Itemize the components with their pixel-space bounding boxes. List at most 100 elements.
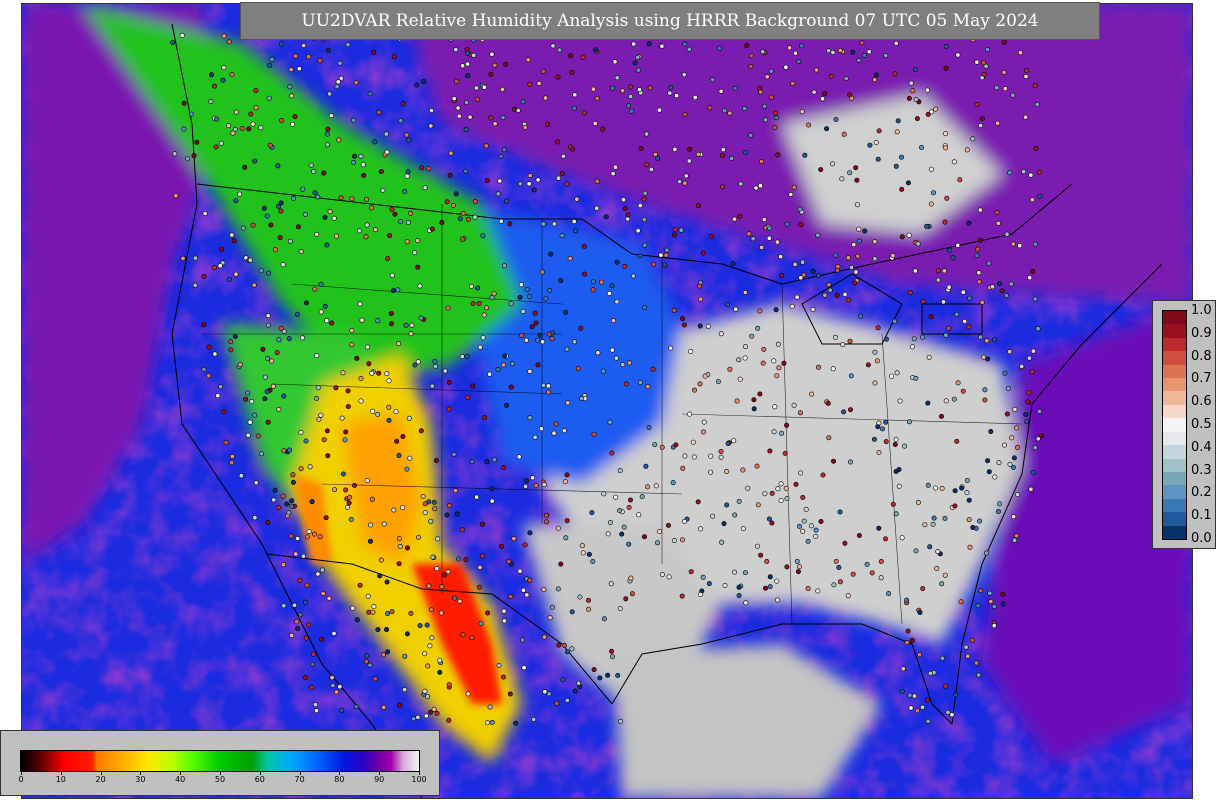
- station-observation: [875, 325, 881, 331]
- station-observation: [893, 436, 899, 442]
- station-observation: [966, 324, 972, 330]
- station-observation: [836, 564, 842, 570]
- station-observation: [170, 39, 176, 45]
- station-observation: [432, 363, 438, 369]
- station-observation: [822, 91, 828, 97]
- station-observation: [797, 206, 803, 212]
- station-observation: [398, 219, 404, 225]
- station-observation: [391, 507, 397, 513]
- station-observation: [816, 272, 822, 278]
- station-observation: [465, 394, 471, 400]
- station-observation: [378, 169, 384, 175]
- station-observation: [578, 325, 584, 331]
- station-observation: [1028, 172, 1034, 178]
- station-observation: [681, 72, 687, 78]
- station-observation: [595, 350, 601, 356]
- station-observation: [800, 259, 806, 265]
- station-observation: [759, 244, 765, 250]
- station-observation: [509, 361, 515, 367]
- station-observation: [541, 482, 547, 488]
- station-observation: [964, 477, 970, 483]
- station-observation: [338, 195, 344, 201]
- station-observation: [734, 398, 740, 404]
- station-observation: [226, 123, 232, 129]
- station-observation: [876, 525, 882, 531]
- station-observation: [906, 419, 912, 425]
- station-observation: [609, 283, 615, 289]
- station-observation: [571, 219, 577, 225]
- station-observation: [424, 622, 430, 628]
- station-observation: [935, 549, 941, 555]
- rh-tick-label: 10: [55, 775, 66, 784]
- station-observation: [912, 66, 918, 72]
- station-observation: [353, 704, 359, 710]
- station-observation: [250, 121, 256, 127]
- station-observation: [344, 504, 350, 510]
- station-observation: [653, 483, 659, 489]
- station-observation: [904, 640, 910, 646]
- station-observation: [768, 68, 774, 74]
- station-observation: [560, 153, 566, 159]
- station-observation: [730, 260, 736, 266]
- station-observation: [397, 702, 403, 708]
- station-observation: [995, 120, 1001, 126]
- station-observation: [524, 478, 530, 484]
- station-observation: [931, 515, 937, 521]
- station-observation: [421, 79, 427, 85]
- station-observation: [218, 384, 224, 390]
- station-observation: [508, 384, 514, 390]
- station-observation: [310, 651, 316, 657]
- station-observation: [841, 131, 847, 137]
- station-observation: [839, 176, 845, 182]
- station-observation: [774, 597, 780, 603]
- station-observation: [214, 116, 220, 122]
- station-observation: [536, 80, 542, 86]
- station-observation: [501, 147, 507, 153]
- rh-tick-label: 30: [135, 775, 146, 784]
- station-observation: [842, 540, 848, 546]
- station-observation: [996, 460, 1002, 466]
- station-observation: [290, 472, 296, 478]
- station-observation: [491, 291, 497, 297]
- station-observation: [339, 707, 345, 713]
- station-observation: [946, 325, 952, 331]
- station-observation: [826, 48, 832, 54]
- station-observation: [995, 508, 1001, 514]
- station-observation: [540, 68, 546, 74]
- station-observation: [978, 123, 984, 129]
- station-observation: [469, 635, 475, 641]
- station-observation: [608, 581, 614, 587]
- station-observation: [1029, 369, 1035, 375]
- station-observation: [623, 381, 629, 387]
- station-observation: [686, 46, 692, 52]
- station-observation: [456, 113, 462, 119]
- station-observation: [269, 358, 275, 364]
- station-observation: [471, 52, 477, 58]
- station-observation: [448, 150, 454, 156]
- station-observation: [452, 595, 458, 601]
- station-observation: [585, 597, 591, 603]
- station-observation: [883, 336, 889, 342]
- station-observation: [875, 156, 881, 162]
- station-observation: [239, 126, 245, 132]
- station-observation: [910, 344, 916, 350]
- station-observation: [181, 100, 187, 106]
- station-observation: [1015, 492, 1021, 498]
- station-observation: [230, 130, 236, 136]
- station-observation: [527, 415, 533, 421]
- station-observation: [787, 45, 793, 51]
- station-observation: [827, 287, 833, 293]
- station-observation: [1002, 86, 1008, 92]
- station-observation: [450, 203, 456, 209]
- station-observation: [788, 192, 794, 198]
- obs-colorbar-cell: [1163, 324, 1186, 339]
- station-observation: [228, 339, 234, 345]
- station-observation: [607, 519, 613, 525]
- station-observation: [753, 185, 759, 191]
- station-observation: [715, 379, 721, 385]
- station-observation: [686, 158, 692, 164]
- station-observation: [861, 52, 867, 58]
- station-observation: [333, 233, 339, 239]
- station-observation: [265, 313, 271, 319]
- station-observation: [527, 82, 533, 88]
